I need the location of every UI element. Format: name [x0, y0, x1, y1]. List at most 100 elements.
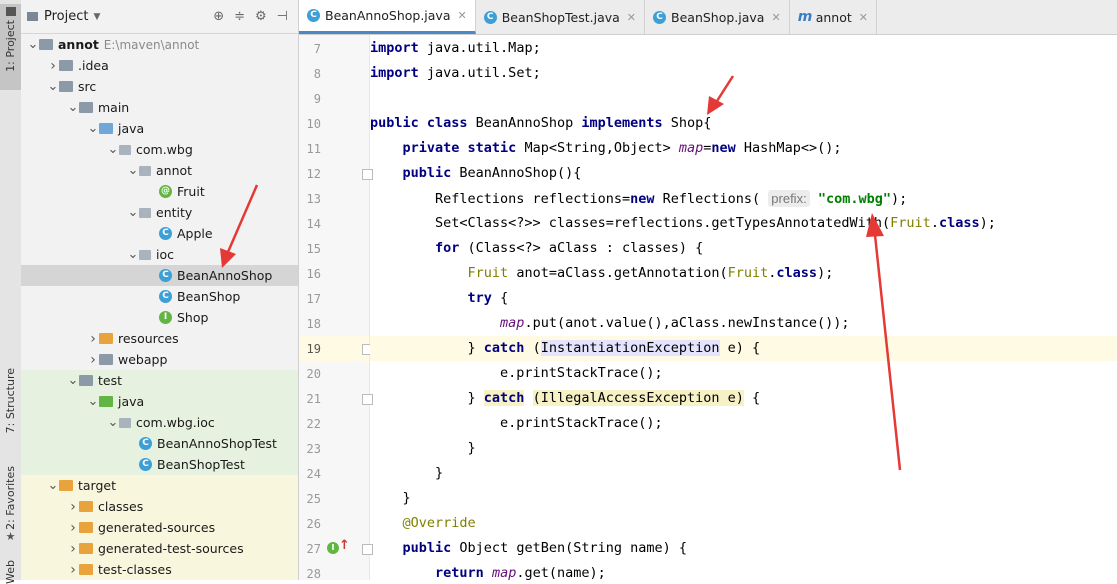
tree-item[interactable]: › resources [21, 328, 298, 349]
chevron-down-icon[interactable]: ⌄ [47, 80, 59, 93]
code-line: e.printStackTrace(); [370, 415, 663, 431]
tree-item[interactable]: › classes [21, 496, 298, 517]
class-icon: C [159, 290, 172, 303]
line-number: 11 [306, 142, 321, 156]
close-icon[interactable]: ✕ [859, 11, 868, 24]
chevron-right-icon[interactable]: › [67, 499, 79, 515]
string-literal: "com.wbg" [817, 191, 891, 207]
project-view-icon [27, 12, 38, 21]
tree-item-label: webapp [118, 352, 168, 367]
tree-item[interactable]: @ Fruit [21, 181, 298, 202]
structure-tool-tab[interactable]: 7: Structure [0, 368, 21, 433]
tree-item[interactable]: › test-classes [21, 559, 298, 580]
test-class-icon: C [139, 458, 152, 471]
tree-item-path: E:\maven\annot [103, 37, 200, 52]
tree-item[interactable]: › generated-sources [21, 517, 298, 538]
close-icon[interactable]: ✕ [627, 11, 636, 24]
favorites-tool-tab-label: 2: Favorites [4, 466, 17, 530]
editor-tab[interactable]: C BeanShopTest.java ✕ [476, 0, 646, 34]
chevron-down-icon[interactable]: ⌄ [67, 374, 79, 387]
code-line: Fruit anot=aClass.getAnnotation(Fruit.cl… [467, 265, 834, 281]
tree-item[interactable]: I Shop [21, 307, 298, 328]
chevron-down-icon[interactable]: ⌄ [127, 206, 139, 219]
chevron-right-icon[interactable]: › [87, 352, 99, 368]
tree-item[interactable]: ⌄ src [21, 76, 298, 97]
tree-item[interactable]: C BeanAnnoShop [21, 265, 298, 286]
folder-icon [59, 81, 73, 92]
tree-item[interactable]: ⌄ entity [21, 202, 298, 223]
code-line: public Object getBen(String name) { [402, 540, 687, 556]
gear-icon[interactable]: ⚙ [255, 9, 267, 24]
close-icon[interactable]: ✕ [771, 11, 780, 24]
chevron-down-icon[interactable]: ⌄ [87, 395, 99, 408]
locate-icon[interactable]: ⊕ [213, 9, 224, 24]
tree-item[interactable]: ⌄ java [21, 118, 298, 139]
tree-item[interactable]: C BeanShop [21, 286, 298, 307]
chevron-right-icon[interactable]: › [47, 58, 59, 74]
hide-icon[interactable]: ⊣ [277, 9, 288, 24]
tree-item[interactable]: › webapp [21, 349, 298, 370]
project-panel-title[interactable]: Project [44, 9, 88, 24]
excluded-folder-icon [79, 522, 93, 533]
code-editor[interactable]: import java.util.Map; import java.util.S… [370, 35, 1117, 580]
chevron-down-icon[interactable]: ⌄ [87, 122, 99, 135]
chevron-down-icon[interactable]: ⌄ [127, 164, 139, 177]
tree-item-label: annot [58, 37, 99, 52]
tree-item[interactable]: ⌄ ioc [21, 244, 298, 265]
excluded-folder-icon [79, 564, 93, 575]
override-up-arrow-icon[interactable]: ↑ [339, 538, 350, 553]
tree-item[interactable]: ⌄ annot E:\maven\annot [21, 34, 298, 55]
chevron-right-icon[interactable]: › [67, 541, 79, 557]
close-icon[interactable]: ✕ [458, 9, 467, 22]
tree-item[interactable]: › .idea [21, 55, 298, 76]
editor-tab[interactable]: C BeanShop.java ✕ [645, 0, 790, 34]
tree-item[interactable]: › generated-test-sources [21, 538, 298, 559]
tree-item[interactable]: C Apple [21, 223, 298, 244]
favorites-tool-tab[interactable]: 2: Favorites ★ [0, 466, 21, 543]
chevron-down-icon[interactable]: ⌄ [107, 143, 119, 156]
tree-item[interactable]: C BeanShopTest [21, 454, 298, 475]
package-icon [139, 207, 151, 218]
collapse-all-icon[interactable]: ≑ [234, 9, 245, 24]
module-folder-icon [39, 39, 53, 50]
tree-item[interactable]: ⌄ com.wbg.ioc [21, 412, 298, 433]
web-tool-tab[interactable]: Web [0, 560, 21, 584]
tree-item-label: Fruit [177, 184, 205, 199]
chevron-down-icon[interactable]: ▼ [93, 12, 100, 22]
line-number: 25 [306, 492, 321, 506]
code-line: public BeanAnnoShop(){ [402, 165, 582, 181]
tree-item[interactable]: ⌄ target [21, 475, 298, 496]
tree-item[interactable]: ⌄ test [21, 370, 298, 391]
chevron-down-icon[interactable]: ⌄ [47, 479, 59, 492]
chevron-down-icon[interactable]: ⌄ [127, 248, 139, 261]
code-line: } catch (IllegalAccessException e) { [370, 390, 761, 406]
implements-icon[interactable]: I [327, 542, 339, 554]
tree-item[interactable]: C BeanAnnoShopTest [21, 433, 298, 454]
chevron-down-icon[interactable]: ⌄ [67, 101, 79, 114]
chevron-down-icon[interactable]: ⌄ [107, 416, 119, 429]
class-icon: C [307, 9, 320, 22]
project-tool-tab[interactable]: 1: Project [0, 4, 21, 90]
class-icon: C [159, 227, 172, 240]
chevron-right-icon[interactable]: › [67, 562, 79, 578]
interface-icon: I [159, 311, 172, 324]
chevron-right-icon[interactable]: › [87, 331, 99, 347]
code-line: private static Map<String,Object> map=ne… [402, 140, 842, 156]
excluded-folder-icon [79, 543, 93, 554]
code-line: } [370, 490, 411, 506]
tree-item[interactable]: ⌄ java [21, 391, 298, 412]
tree-item[interactable]: ⌄ com.wbg [21, 139, 298, 160]
editor-tab[interactable]: C BeanAnnoShop.java ✕ [299, 0, 476, 34]
tree-item[interactable]: ⌄ main [21, 97, 298, 118]
star-icon: ★ [5, 529, 16, 543]
chevron-down-icon[interactable]: ⌄ [27, 38, 39, 51]
line-number: 28 [306, 567, 321, 581]
project-tool-tab-label: 1: Project [4, 20, 17, 72]
resource-folder-icon [99, 333, 113, 344]
excluded-folder-icon [79, 501, 93, 512]
tree-item[interactable]: ⌄ annot [21, 160, 298, 181]
editor-tab[interactable]: m annot ✕ [790, 0, 877, 34]
line-number: 17 [306, 292, 321, 306]
line-number: 7 [313, 42, 321, 56]
chevron-right-icon[interactable]: › [67, 520, 79, 536]
